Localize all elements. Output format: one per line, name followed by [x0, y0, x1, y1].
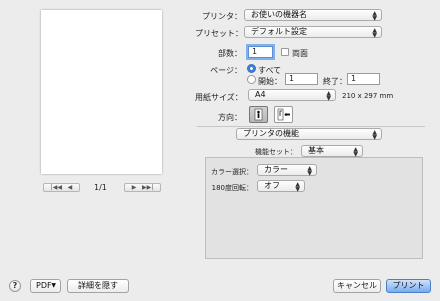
first-prev-page-buttons[interactable]: |◀◀ ◀ — [43, 183, 80, 192]
chevron-down-icon: ▼ — [51, 282, 56, 289]
orientation-portrait-button[interactable] — [249, 106, 268, 123]
portrait-person-icon — [254, 108, 263, 121]
pdf-label: PDF — [36, 281, 52, 290]
rotate-180-value: オフ — [264, 181, 280, 190]
printer-popup[interactable]: お使いの機器名 ▲ ▼ — [244, 9, 382, 22]
popup-arrows-icon: ▲ ▼ — [307, 165, 312, 177]
pages-all-radio[interactable] — [247, 64, 256, 73]
popup-arrows-icon: ▲ ▼ — [326, 90, 331, 102]
pdf-menu-button[interactable]: PDF ▼ — [30, 279, 61, 293]
pages-to-field[interactable]: 1 — [347, 73, 380, 85]
page-indicator: 1/1 — [94, 183, 107, 192]
duplex-label: 両面 — [292, 49, 308, 58]
preset-popup[interactable]: デフォルト設定 ▲ ▼ — [244, 26, 382, 39]
orientation-label: 方向： — [218, 113, 242, 122]
paper-size-popup[interactable]: A4 ▲ ▼ — [248, 89, 336, 102]
paper-dimensions: 210 x 297 mm — [342, 92, 394, 100]
orientation-landscape-button[interactable] — [274, 106, 293, 123]
paper-size-label: 用紙サイズ： — [195, 93, 243, 102]
color-select-popup[interactable]: カラー ▲ ▼ — [257, 164, 317, 177]
section-divider — [197, 126, 425, 127]
popup-arrows-icon: ▲ ▼ — [295, 181, 300, 193]
pages-to-label: 終了： — [323, 77, 347, 86]
color-select-value: カラー — [264, 165, 288, 174]
paper-size-value: A4 — [255, 90, 266, 99]
popup-arrows-icon: ▲ ▼ — [372, 129, 377, 141]
pages-from-label: 開始： — [258, 77, 282, 86]
popup-arrows-icon: ▲ ▼ — [372, 27, 377, 39]
copies-field[interactable]: 1 — [248, 46, 273, 58]
print-button[interactable]: プリント — [386, 279, 431, 293]
next-last-page-buttons[interactable]: ▶ ▶▶| — [124, 183, 161, 192]
help-button[interactable]: ? — [9, 280, 21, 292]
section-popup[interactable]: プリンタの機能 ▲ ▼ — [236, 128, 382, 141]
duplex-checkbox[interactable] — [281, 48, 289, 56]
pages-all-label: すべて — [258, 66, 282, 75]
pages-range-radio[interactable] — [247, 75, 256, 84]
print-preview-page — [41, 10, 162, 174]
rotate-180-label: 180度回転： — [211, 184, 253, 192]
preset-value: デフォルト設定 — [251, 27, 307, 36]
pages-from-field[interactable]: 1 — [285, 73, 318, 85]
printer-value: お使いの機器名 — [251, 10, 307, 19]
cancel-button[interactable]: キャンセル — [333, 279, 381, 293]
feature-set-popup[interactable]: 基本 ▲ ▼ — [301, 145, 363, 158]
section-value: プリンタの機能 — [243, 129, 299, 138]
pages-label: ページ： — [210, 66, 242, 75]
popup-arrows-icon: ▲ ▼ — [372, 10, 377, 22]
color-select-label: カラー選択： — [211, 168, 253, 176]
popup-arrows-icon: ▲ ▼ — [353, 146, 358, 158]
copies-label: 部数： — [218, 49, 242, 58]
hide-details-button[interactable]: 詳細を隠す — [67, 279, 129, 293]
preset-label: プリセット： — [195, 29, 243, 38]
rotate-180-popup[interactable]: オフ ▲ ▼ — [257, 180, 305, 193]
feature-set-value: 基本 — [308, 146, 324, 155]
printer-label: プリンタ： — [202, 12, 242, 21]
landscape-person-icon — [277, 108, 290, 121]
feature-set-label: 機能セット： — [255, 148, 297, 156]
